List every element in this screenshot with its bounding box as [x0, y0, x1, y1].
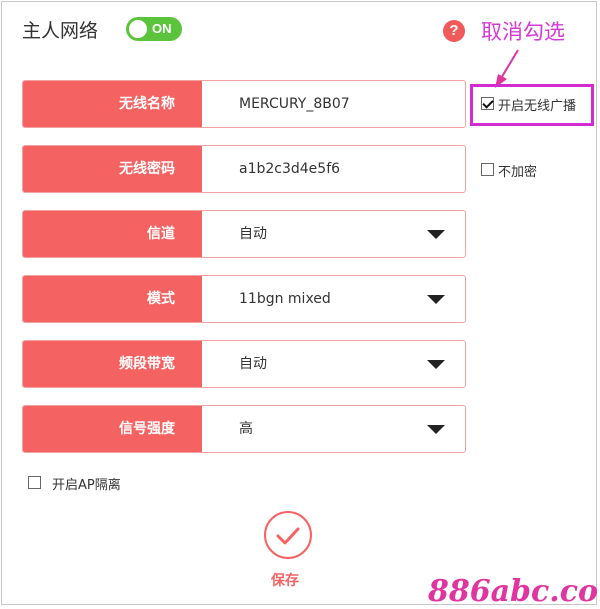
field-label-signal: 信号强度: [23, 406, 202, 452]
field-row-signal[interactable]: 信号强度 高: [22, 405, 466, 453]
chevron-down-icon[interactable]: [427, 295, 445, 304]
signal-select[interactable]: 高: [239, 406, 253, 452]
watermark: 886abc.com: [428, 574, 600, 609]
mode-select[interactable]: 11bgn mixed: [239, 276, 331, 322]
save-label[interactable]: 保存: [271, 570, 299, 590]
chevron-down-icon[interactable]: [427, 360, 445, 369]
field-label-bandwidth: 频段带宽: [23, 341, 202, 387]
field-label-ssid: 无线名称: [23, 81, 202, 127]
save-button[interactable]: [264, 511, 312, 559]
field-label-password: 无线密码: [23, 146, 202, 192]
ap-isolation-label: 开启AP隔离: [52, 478, 121, 493]
chevron-down-icon[interactable]: [427, 230, 445, 239]
ap-isolation-checkbox[interactable]: [28, 476, 41, 489]
broadcast-checkbox[interactable]: [481, 97, 494, 110]
field-row-bandwidth[interactable]: 频段带宽 自动: [22, 340, 466, 388]
field-label-mode: 模式: [23, 276, 202, 322]
field-row-mode[interactable]: 模式 11bgn mixed: [22, 275, 466, 323]
broadcast-label: 开启无线广播: [498, 99, 577, 114]
field-label-channel: 信道: [23, 211, 202, 257]
bandwidth-select[interactable]: 自动: [239, 341, 267, 387]
password-input[interactable]: a1b2c3d4e5f6: [239, 146, 340, 192]
channel-select[interactable]: 自动: [239, 211, 267, 257]
no-encrypt-label: 不加密: [498, 165, 538, 180]
no-encrypt-checkbox[interactable]: [481, 163, 494, 176]
checkmark-icon: [276, 527, 300, 545]
field-row-ssid[interactable]: 无线名称 MERCURY_8B07: [22, 80, 466, 128]
chevron-down-icon[interactable]: [427, 425, 445, 434]
ssid-input[interactable]: MERCURY_8B07: [239, 81, 350, 127]
field-row-channel[interactable]: 信道 自动: [22, 210, 466, 258]
field-row-password[interactable]: 无线密码 a1b2c3d4e5f6: [22, 145, 466, 193]
